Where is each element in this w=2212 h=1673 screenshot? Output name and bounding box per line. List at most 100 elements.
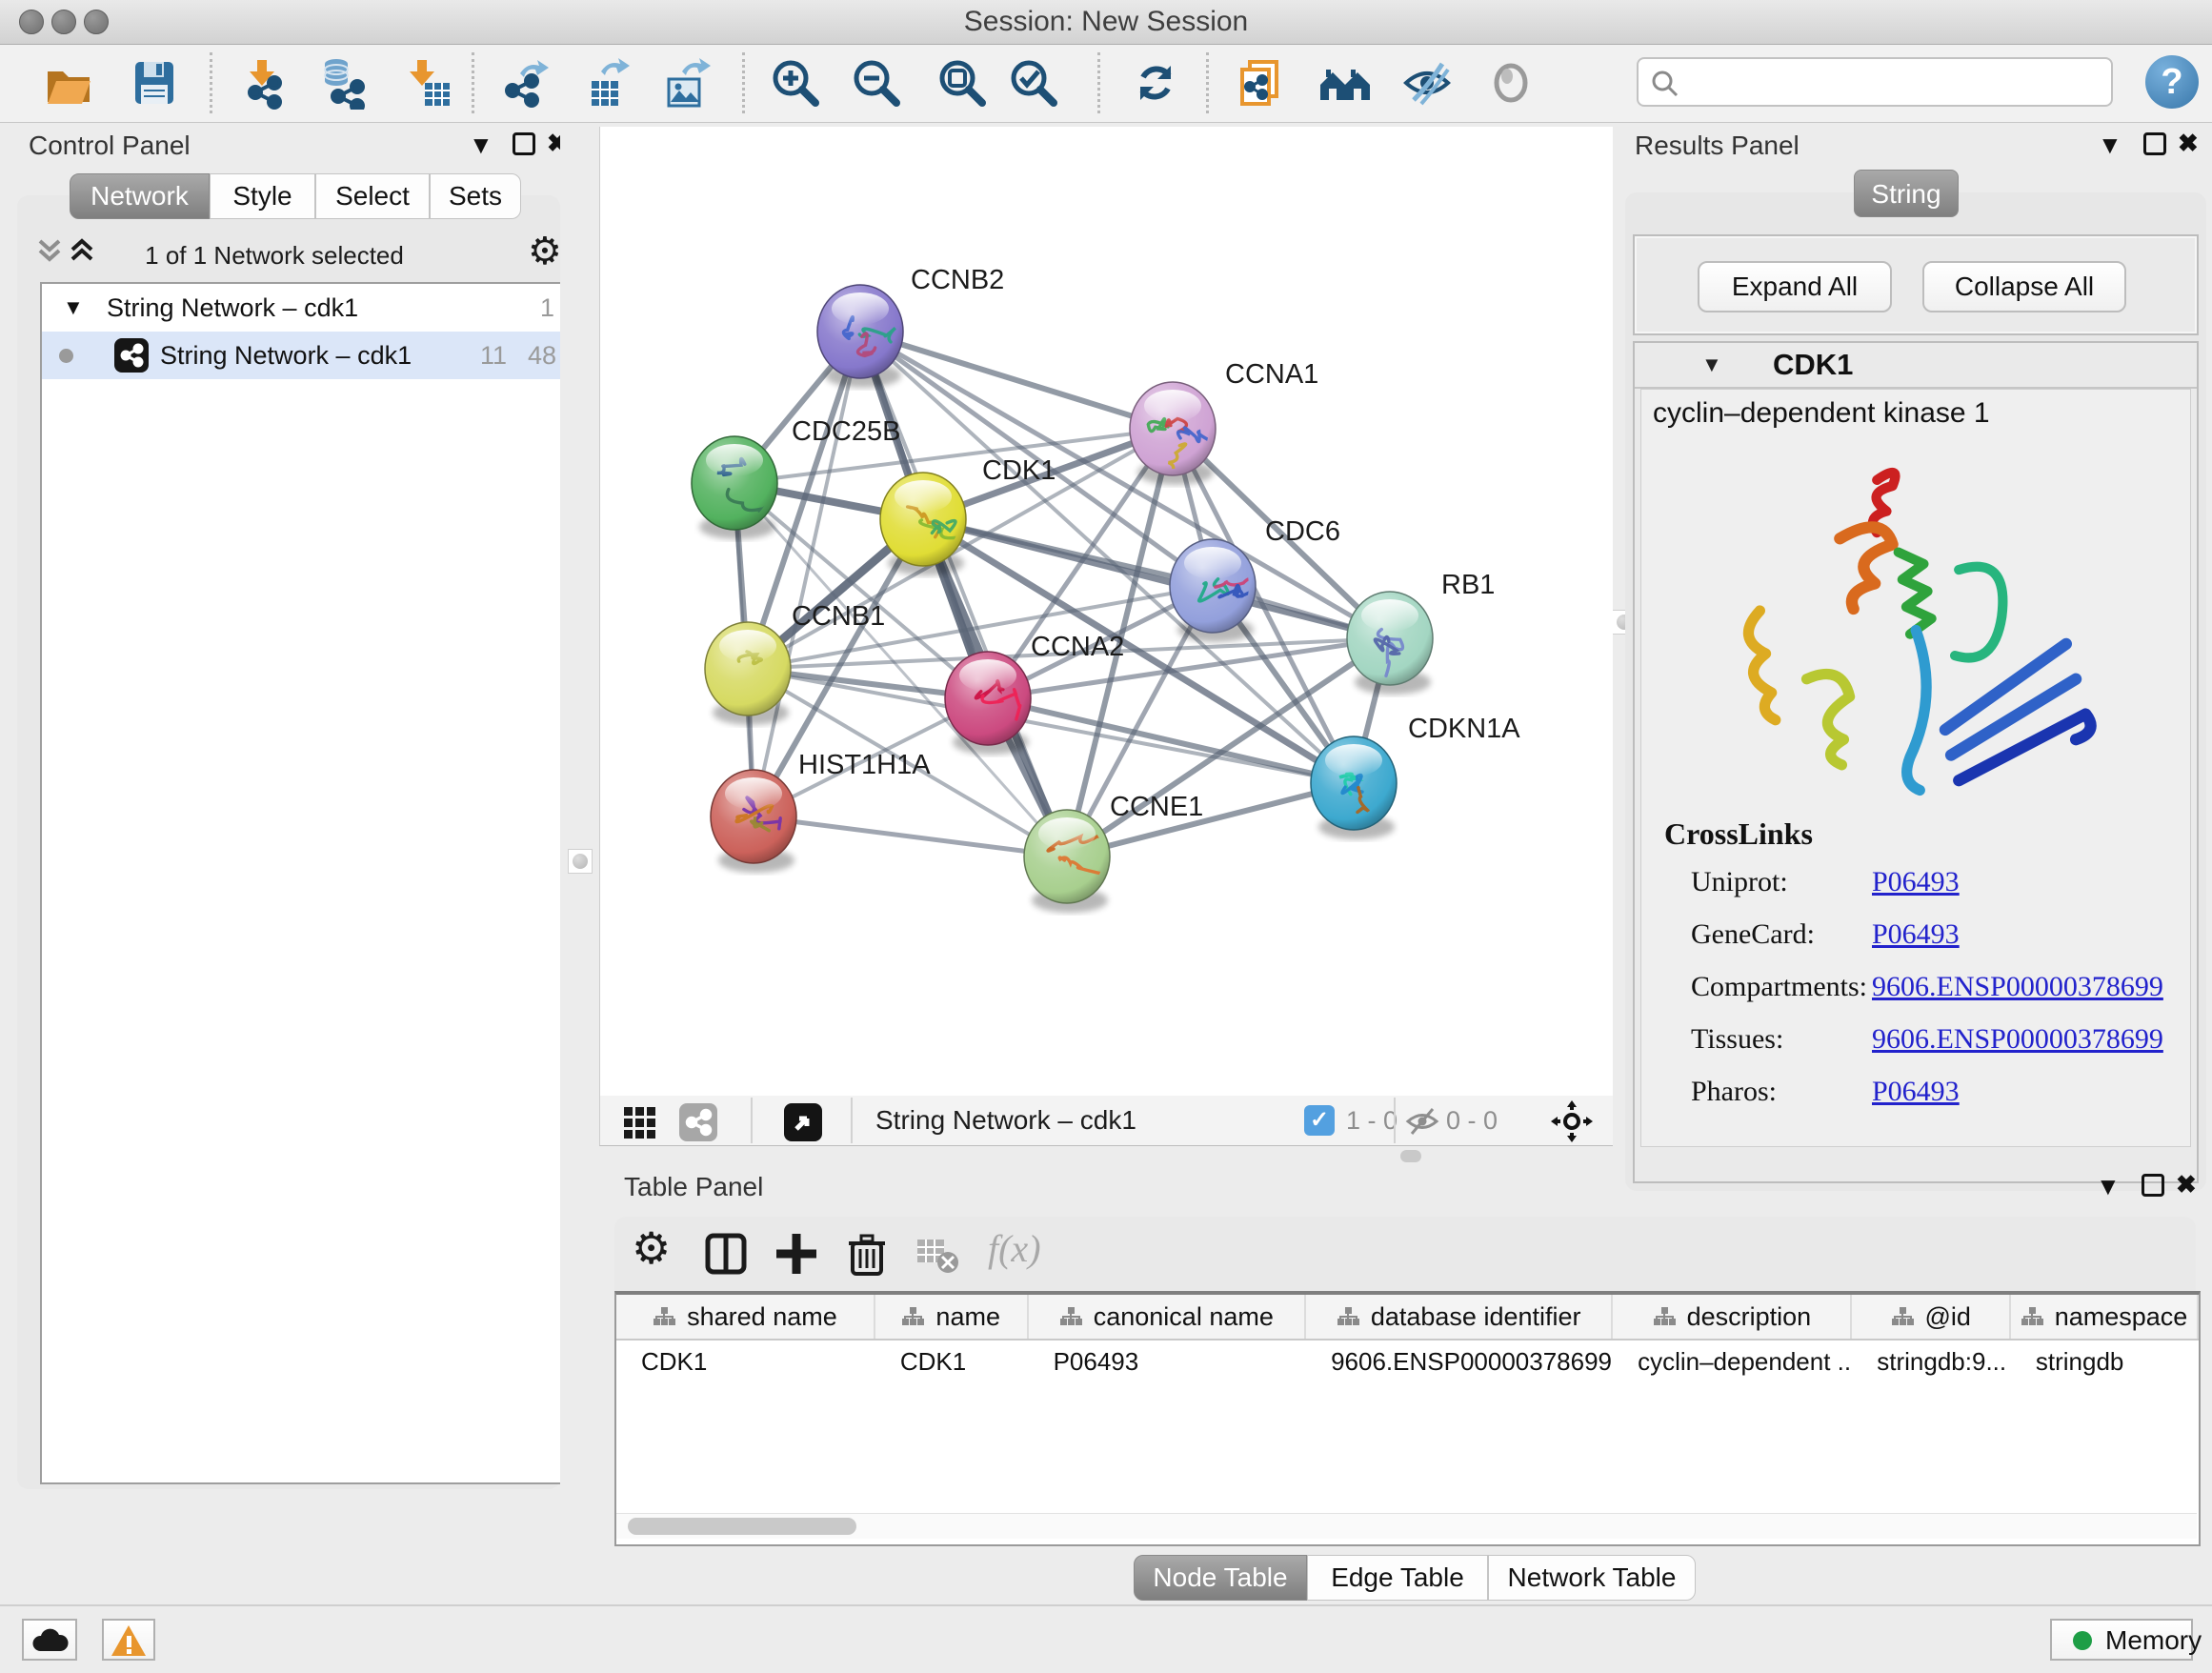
network-collection-row[interactable]: ▼ String Network – cdk1 1 (42, 284, 572, 332)
refresh-view-icon[interactable] (1129, 56, 1182, 110)
network-node-hist1h1a[interactable]: HIST1H1A (711, 750, 931, 873)
import-table-icon[interactable] (400, 56, 453, 110)
results-panel-body: Expand All Collapse All ▼ CDK1 cyclin–de… (1625, 192, 2206, 1191)
import-network-file-icon[interactable] (236, 56, 290, 110)
selected-nodes-checkbox-icon[interactable]: ✓ (1304, 1105, 1335, 1136)
cloud-button[interactable] (22, 1619, 77, 1661)
network-node-rb1[interactable]: RB1 (1347, 570, 1495, 695)
hidden-eye-slash-icon[interactable] (1405, 1105, 1439, 1138)
help-button[interactable]: ? (2145, 55, 2199, 109)
control-panel-maximize-button[interactable] (513, 132, 535, 155)
delete-column-trash-icon[interactable] (843, 1230, 891, 1278)
table-panel-maximize-button[interactable] (2142, 1174, 2164, 1197)
table-body: CDK1CDK1P064939606.ENSP00000378699cyclin… (616, 1340, 2199, 1382)
table-panel-float-button[interactable]: ▼ (2096, 1172, 2121, 1201)
detach-view-icon[interactable] (784, 1103, 822, 1141)
crosslink-row: Compartments:9606.ENSP00000378699 (1641, 971, 2192, 1023)
export-network-icon[interactable] (497, 56, 551, 110)
table-panel-close-button[interactable]: ✖ (2176, 1170, 2197, 1199)
hide-selected-eye-icon[interactable] (1400, 56, 1454, 110)
results-panel-title: Results Panel (1635, 131, 1800, 161)
import-network-database-icon[interactable] (317, 56, 371, 110)
memory-status-dot (2073, 1631, 2092, 1650)
results-panel-header: Results Panel ▼ ✖ (1625, 127, 2212, 165)
tab-sets[interactable]: Sets (430, 173, 521, 219)
open-session-icon[interactable] (42, 56, 95, 110)
table-horizontal-scrollbar[interactable] (616, 1513, 2197, 1539)
crosslink-link[interactable]: 9606.ENSP00000378699 (1872, 971, 2163, 1003)
network-node-cdkn1a[interactable]: CDKN1A (1311, 714, 1520, 839)
tab-string[interactable]: String (1854, 170, 1959, 217)
delete-table-icon[interactable] (914, 1230, 961, 1278)
control-panel-float-button[interactable]: ▼ (469, 131, 493, 160)
first-neighbors-icon[interactable] (1318, 56, 1372, 110)
left-splitter-handle[interactable] (568, 849, 593, 874)
warning-button[interactable] (102, 1619, 155, 1661)
column-header--id[interactable]: @id (1852, 1295, 2011, 1339)
crosslink-link[interactable]: P06493 (1872, 866, 1960, 898)
horizontal-splitter-handle[interactable] (1400, 1150, 1421, 1162)
network-selected-status: 1 of 1 Network selected (17, 241, 532, 271)
results-panel-float-button[interactable]: ▼ (2098, 131, 2122, 160)
column-header-namespace[interactable]: namespace (2011, 1295, 2199, 1339)
tab-network-table[interactable]: Network Table (1488, 1555, 1696, 1601)
scrollbar-thumb[interactable] (628, 1518, 856, 1535)
memory-label: Memory (2105, 1621, 2202, 1661)
network-node-count: 11 (480, 332, 507, 379)
network-share-view-icon[interactable] (679, 1103, 717, 1141)
function-builder-icon[interactable]: f(x) (988, 1226, 1041, 1271)
export-table-icon[interactable] (578, 56, 632, 110)
results-panel-close-button[interactable]: ✖ (2178, 129, 2199, 158)
network-edge[interactable] (754, 816, 1067, 857)
column-header-shared-name[interactable]: shared name (616, 1295, 875, 1339)
export-image-icon[interactable] (657, 56, 711, 110)
crosslink-link[interactable]: P06493 (1872, 918, 1960, 951)
crosslink-link[interactable]: 9606.ENSP00000378699 (1872, 1023, 2163, 1056)
results-panel-maximize-button[interactable] (2143, 132, 2166, 155)
crosslink-row: GeneCard:P06493 (1641, 918, 2192, 971)
tab-node-table[interactable]: Node Table (1134, 1555, 1307, 1601)
tab-style[interactable]: Style (210, 173, 315, 219)
collapse-all-button[interactable]: Collapse All (1922, 261, 2126, 312)
grid-view-icon[interactable] (622, 1103, 660, 1141)
table-panel-header: Table Panel ▼ ✖ (600, 1164, 2212, 1206)
crosslink-link[interactable]: P06493 (1872, 1076, 1960, 1108)
save-session-icon[interactable] (128, 56, 181, 110)
collection-expand-icon[interactable]: ▼ (63, 284, 84, 332)
column-header-database-identifier[interactable]: database identifier (1306, 1295, 1613, 1339)
search-input[interactable] (1688, 63, 2101, 101)
column-header-name[interactable]: name (875, 1295, 1029, 1339)
left-splitter[interactable] (560, 127, 599, 1489)
zoom-selected-icon[interactable] (1006, 56, 1059, 110)
table-gear-icon[interactable]: ⚙ (632, 1222, 671, 1274)
table-cell: stringdb (2011, 1340, 2199, 1382)
network-node-ccna1[interactable]: CCNA1 (1130, 359, 1318, 485)
memory-button[interactable]: Memory (2050, 1619, 2193, 1661)
network-options-gear-icon[interactable]: ⚙ (528, 230, 562, 273)
network-node-cdc6[interactable]: CDC6 (1170, 516, 1340, 642)
birds-eye-crosshair-icon[interactable] (1551, 1100, 1593, 1142)
zoom-fit-icon[interactable] (935, 56, 988, 110)
gene-collapse-icon[interactable]: ▼ (1701, 353, 1722, 377)
tab-edge-table[interactable]: Edge Table (1307, 1555, 1488, 1601)
zoom-in-icon[interactable] (768, 56, 821, 110)
add-column-icon[interactable] (773, 1230, 820, 1278)
node-label: CCNA2 (1031, 632, 1124, 662)
network-canvas[interactable]: CCNB2CCNA1CDC25BCDK1CDC6RB1CCNB1CCNA2CDK… (599, 127, 1613, 1096)
network-edge[interactable] (860, 332, 1173, 429)
network-row[interactable]: String Network – cdk1 11 48 (42, 332, 572, 379)
gene-section-header[interactable]: ▼ CDK1 (1635, 343, 2197, 389)
column-header-canonical-name[interactable]: canonical name (1029, 1295, 1307, 1339)
control-panel-header: Control Panel ▼ ✖ (0, 127, 598, 165)
clone-network-icon[interactable] (1235, 56, 1288, 110)
expand-all-button[interactable]: Expand All (1698, 261, 1892, 312)
tab-network[interactable]: Network (70, 173, 210, 219)
column-header-description[interactable]: description (1613, 1295, 1852, 1339)
show-graphics-eye-icon[interactable] (1484, 56, 1538, 110)
tab-select[interactable]: Select (315, 173, 430, 219)
show-columns-icon[interactable] (702, 1230, 750, 1278)
crosslink-row: Uniprot:P06493 (1641, 866, 2192, 918)
table-row[interactable]: CDK1CDK1P064939606.ENSP00000378699cyclin… (616, 1340, 2199, 1382)
gene-description: cyclin–dependent kinase 1 (1653, 397, 1990, 430)
zoom-out-icon[interactable] (849, 56, 902, 110)
